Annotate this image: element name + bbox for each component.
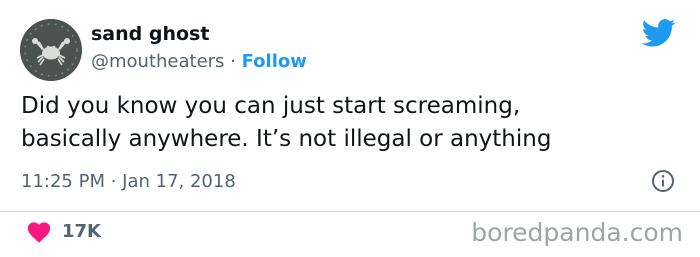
twitter-bird-icon[interactable]	[642, 19, 676, 47]
avatar[interactable]	[20, 19, 82, 81]
display-name[interactable]: sand ghost	[91, 22, 209, 46]
divider	[0, 211, 700, 212]
separator-dot: ·	[224, 51, 242, 72]
info-icon[interactable]	[651, 169, 675, 193]
tweet-text-line-2: basically anywhere. It’s not illegal or …	[21, 126, 552, 152]
watermark: boredpanda.com	[471, 218, 683, 247]
tweet-text-line-1: Did you know you can just start screamin…	[21, 93, 521, 119]
user-handle[interactable]: @moutheaters	[91, 51, 224, 72]
like-count[interactable]: 17K	[62, 220, 101, 244]
handle-row: @moutheaters · Follow	[91, 50, 307, 74]
tweet-text: Did you know you can just start screamin…	[21, 90, 661, 156]
follow-button[interactable]: Follow	[242, 51, 307, 72]
crab-avatar-image	[20, 19, 82, 81]
heart-icon[interactable]	[27, 221, 51, 243]
timestamp[interactable]: 11:25 PM · Jan 17, 2018	[21, 170, 236, 194]
